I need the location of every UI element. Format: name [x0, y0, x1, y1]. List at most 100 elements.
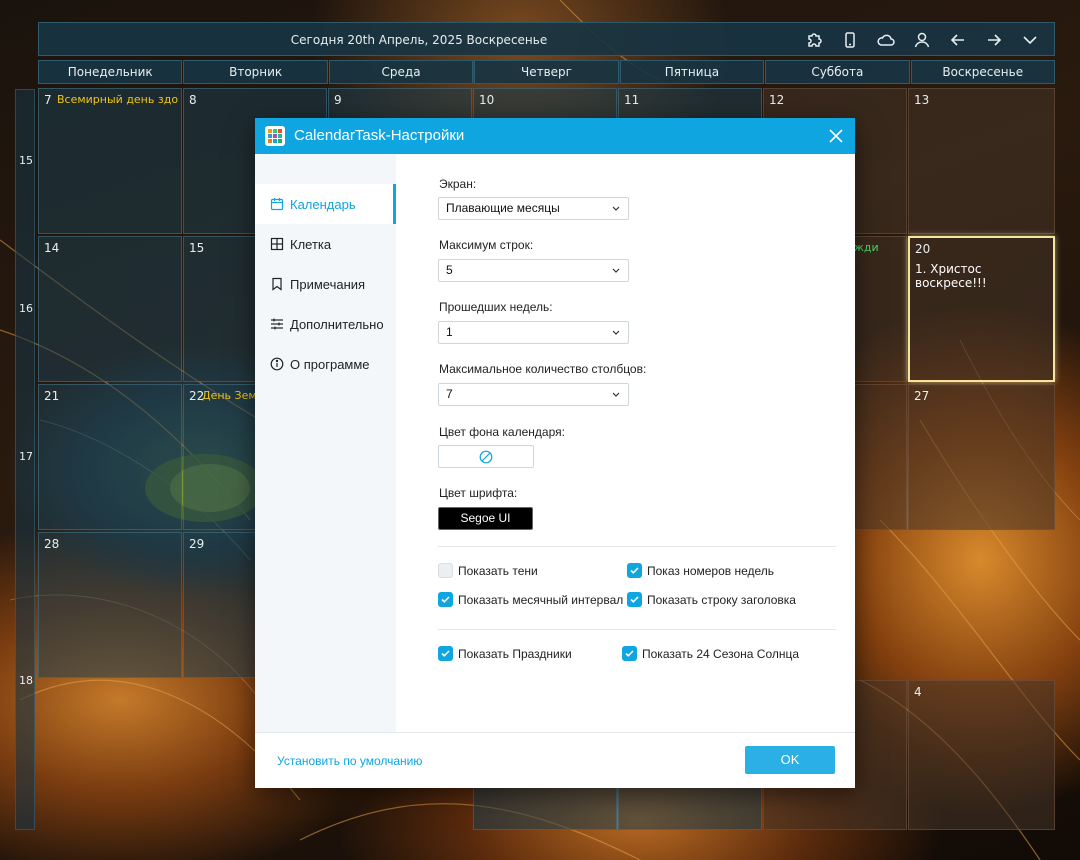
checkbox-show-holidays[interactable]: Показать Праздники: [438, 646, 572, 661]
checkbox-label: Показ номеров недель: [647, 563, 775, 578]
user-icon[interactable]: [904, 27, 940, 53]
divider: [438, 629, 836, 630]
checkmark-icon: [630, 596, 639, 603]
nav-label: О программе: [290, 356, 370, 372]
day-number: 12: [769, 93, 785, 107]
checkbox-show-solar-terms[interactable]: Показать 24 Сезона Солнца: [622, 646, 799, 661]
nav-cell[interactable]: Клетка: [255, 224, 396, 264]
max-rows-label: Максимум строк:: [439, 238, 534, 252]
day-number: 28: [44, 537, 60, 551]
max-rows-select[interactable]: 5: [438, 259, 629, 282]
day-cell[interactable]: 13: [908, 88, 1055, 234]
calendar-header: Сегодня 20th Апрель, 2025 Воскресенье: [38, 22, 1055, 56]
cloud-icon[interactable]: [868, 27, 904, 53]
font-color-label: Цвет шрифта:: [439, 486, 518, 500]
checkbox-box: [622, 646, 637, 661]
day-number: 9: [334, 93, 342, 107]
task-item[interactable]: 1. Христос воскресе!!!: [915, 262, 1053, 290]
checkbox-show-month-interval[interactable]: Показать месячный интервал: [438, 592, 623, 607]
puzzle-icon[interactable]: [796, 27, 832, 53]
checkmark-icon: [630, 567, 639, 574]
chevron-down-icon: [612, 268, 620, 273]
day-cell[interactable]: 27: [908, 384, 1055, 530]
calendar-toolbar: [796, 27, 1048, 53]
select-value: 1: [446, 325, 453, 339]
past-weeks-select[interactable]: 1: [438, 321, 629, 344]
day-cell[interactable]: 4: [908, 680, 1055, 830]
screen-select[interactable]: Плавающие месяцы: [438, 197, 629, 220]
day-cell[interactable]: 14: [38, 236, 182, 382]
day-cell[interactable]: 7 Всемирный день здор: [38, 88, 182, 234]
bg-color-button[interactable]: [438, 445, 534, 468]
checkmark-icon: [625, 650, 634, 657]
nav-about[interactable]: О программе: [255, 344, 396, 384]
nav-advanced[interactable]: Дополнительно: [255, 304, 396, 344]
dialog-footer: Установить по умолчанию OK: [255, 732, 855, 788]
weekday-header: Понедельник Вторник Среда Четверг Пятниц…: [38, 60, 1055, 84]
nav-label: Примечания: [290, 276, 366, 292]
ok-button[interactable]: OK: [745, 746, 835, 774]
info-icon: [270, 357, 284, 371]
no-color-icon: [479, 450, 493, 464]
nav-notes[interactable]: Примечания: [255, 264, 396, 304]
settings-sidebar: Календарь Клетка Примечания Дополнительн…: [255, 154, 396, 732]
day-number: 13: [914, 93, 930, 107]
day-cell-today[interactable]: 20 1. Христос воскресе!!!: [908, 236, 1055, 382]
arrow-left-icon[interactable]: [940, 27, 976, 53]
checkmark-icon: [441, 596, 450, 603]
day-number: 7: [44, 93, 52, 107]
dialog-titlebar: CalendarTask-Настройки: [255, 118, 855, 154]
weekday-mon: Понедельник: [38, 60, 183, 84]
weekday-fri: Пятница: [619, 60, 765, 84]
day-number: 10: [479, 93, 495, 107]
nav-calendar[interactable]: Календарь: [255, 184, 396, 224]
day-number: 14: [44, 241, 60, 255]
checkbox-show-week-numbers[interactable]: Показ номеров недель: [627, 563, 774, 578]
close-icon[interactable]: [827, 127, 845, 145]
day-number: 27: [914, 389, 930, 403]
max-cols-select[interactable]: 7: [438, 383, 629, 406]
screen-label: Экран:: [439, 177, 477, 191]
day-number: 8: [189, 93, 197, 107]
max-cols-label: Максимальное количество столбцов:: [439, 362, 647, 376]
select-value: Плавающие месяцы: [446, 201, 560, 215]
chevron-down-icon: [612, 330, 620, 335]
chevron-down-icon[interactable]: [1012, 27, 1048, 53]
weekday-sun: Воскресенье: [910, 60, 1055, 84]
calendar-icon: [270, 197, 284, 211]
week-number-column: 15 16 17 18: [15, 89, 35, 830]
reset-defaults-link[interactable]: Установить по умолчанию: [277, 754, 422, 768]
bookmark-icon: [270, 277, 284, 291]
day-number: 15: [189, 241, 205, 255]
select-value: 7: [446, 387, 453, 401]
select-value: 5: [446, 263, 453, 277]
checkbox-label: Показать тени: [458, 563, 538, 578]
weekday-wed: Среда: [328, 60, 474, 84]
day-number: 11: [624, 93, 640, 107]
checkbox-box: [438, 563, 453, 578]
settings-content: Экран: Плавающие месяцы Максимум строк: …: [396, 154, 855, 732]
checkbox-show-shadows[interactable]: Показать тени: [438, 563, 538, 578]
past-weeks-label: Прошедших недель:: [439, 300, 553, 314]
day-number: 20: [915, 242, 931, 256]
week-number: 17: [19, 450, 33, 463]
nav-label: Клетка: [290, 236, 332, 252]
checkbox-label: Показать строку заголовка: [647, 592, 796, 607]
bg-color-label: Цвет фона календаря:: [439, 425, 565, 439]
chevron-down-icon: [612, 206, 620, 211]
day-cell[interactable]: 21: [38, 384, 182, 530]
week-number: 18: [19, 674, 33, 687]
weekday-thu: Четверг: [474, 60, 619, 84]
sliders-icon: [270, 317, 284, 331]
calendar-title: Сегодня 20th Апрель, 2025 Воскресенье: [290, 33, 548, 47]
phone-icon[interactable]: [832, 27, 868, 53]
checkbox-label: Показать месячный интервал: [458, 592, 624, 607]
checkbox-box: [627, 563, 642, 578]
day-cell[interactable]: 28: [38, 532, 182, 678]
checkbox-show-title-bar[interactable]: Показать строку заголовка: [627, 592, 796, 607]
day-number: 21: [44, 389, 60, 403]
font-button[interactable]: Segoe UI: [438, 507, 533, 530]
checkbox-label: Показать Праздники: [458, 646, 572, 661]
arrow-right-icon[interactable]: [976, 27, 1012, 53]
settings-dialog: CalendarTask-Настройки Календарь Клетка …: [255, 118, 855, 788]
